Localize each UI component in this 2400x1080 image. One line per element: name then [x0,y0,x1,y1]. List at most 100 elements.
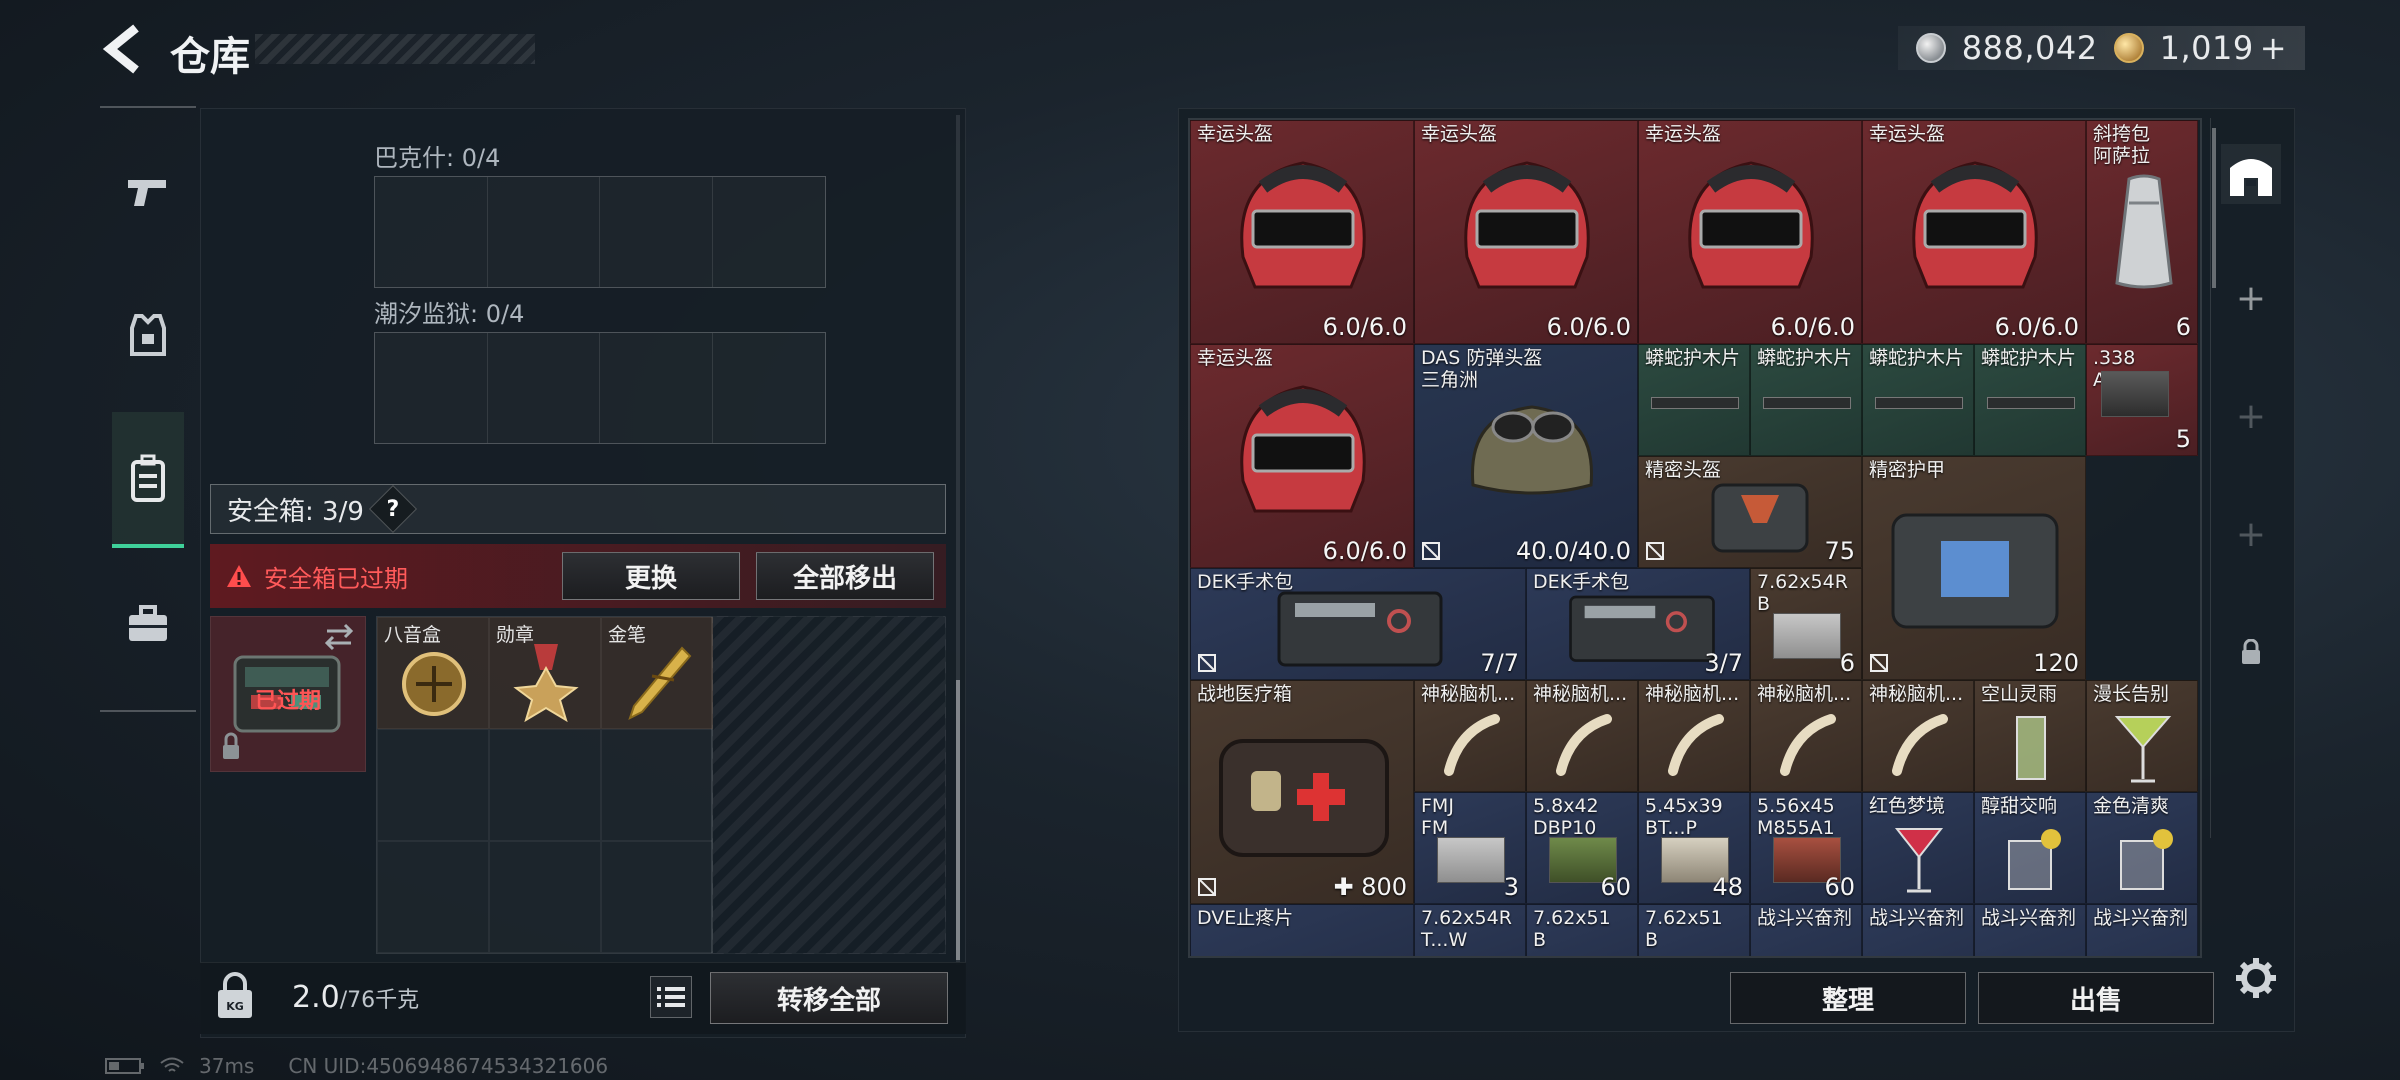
inv-tile-cocktail-gold[interactable]: 金色清爽 [2086,792,2198,904]
inv-tile-combat-stimulant[interactable]: 战斗兴奋剂 [2086,904,2198,956]
safe-slot[interactable] [601,841,713,953]
no-trade-icon [1646,542,1664,560]
ammo-box-icon [1773,613,1841,659]
add-currency-button[interactable]: + [2260,29,2287,67]
inv-tile-lucky-helmet[interactable]: 幸运头盔 6.0/6.0 [1862,120,2086,344]
safe-item-gold-pen[interactable]: 金笔 [601,617,713,729]
inv-tile-cocktail-green[interactable]: 空山灵雨 [1974,680,2086,792]
inv-tile-dek-surgery-kit[interactable]: DEK手术包 7/7 [1190,568,1526,680]
safe-box-expired-label: 已过期 [255,689,322,714]
tile-name: 战斗兴奋剂 [1869,907,1965,929]
inv-tile-python-handguard[interactable]: 蟒蛇护木片 [1862,344,1974,456]
safe-box-header: 安全箱: 3/9 ? [210,484,946,534]
list-icon [657,987,685,1007]
inv-tile-python-handguard[interactable]: 蟒蛇护木片 [1750,344,1862,456]
martini-glass-icon [1894,828,1944,893]
backpack-icon [131,454,165,502]
page-title: 仓库 [170,34,250,80]
safe-item-music-box[interactable]: 八音盒 [377,617,489,729]
list-view-button[interactable] [650,976,692,1018]
inv-tile-762x51-ammo[interactable]: 7.62x51 B [1526,904,1638,956]
back-arrow-icon[interactable] [100,22,148,76]
inv-tile-lucky-helmet[interactable]: 幸运头盔 6.0/6.0 [1190,120,1414,344]
safe-expired-text: 安全箱已过期 [264,564,408,593]
tile-name: 7.62x54R T...W [1421,907,1512,951]
inv-tile-brain-chip[interactable]: 神秘脑机... [1414,680,1526,792]
rail-item-weapons[interactable] [112,124,184,260]
inv-tile-brain-chip[interactable]: 神秘脑机... [1526,680,1638,792]
inv-tile-dve-painkiller[interactable]: DVE止疼片 [1190,904,1414,956]
add-warehouse-button[interactable]: + [2221,386,2281,446]
warehouse-rail: + + + [2210,118,2290,838]
inv-tile-dek-surgery-kit[interactable]: DEK手术包 3/7 [1526,568,1750,680]
add-warehouse-button[interactable]: + [2221,504,2281,564]
inv-tile-58x42-ammo[interactable]: 5.8x42 DBP10 60 [1526,792,1638,904]
inv-tile-precision-helmet[interactable]: 精密头盔 75 [1638,456,1862,568]
inv-tile-das-helmet[interactable]: DAS 防弹头盔 三角洲 40.0/40.0 [1414,344,1638,568]
inv-tile-precision-armor[interactable]: 精密护甲 120 [1862,456,2086,680]
inv-tile-brain-chip[interactable]: 神秘脑机... [1638,680,1750,792]
left-scrollbar-thumb[interactable] [956,680,960,960]
sell-button[interactable]: 出售 [1978,972,2214,1024]
inv-tile-sling-bag[interactable]: 斜挎包 阿萨拉 6 [2086,120,2198,344]
locked-warehouse-tab[interactable] [2221,622,2281,682]
inv-tile-cocktail-martini[interactable]: 漫长告别 [2086,680,2198,792]
safe-slot[interactable] [377,729,489,841]
tile-name: 幸运头盔 [1645,123,1722,145]
transfer-all-button[interactable]: 转移全部 [710,972,948,1024]
inv-tile-lucky-helmet[interactable]: 幸运头盔 6.0/6.0 [1638,120,1862,344]
tile-name: 空山灵雨 [1981,683,2058,705]
inv-tile-brain-chip[interactable]: 神秘脑机... [1862,680,1974,792]
inv-tile-combat-stimulant[interactable]: 战斗兴奋剂 [1750,904,1862,956]
rail-item-backpack[interactable] [112,412,184,548]
helmet-icon [1912,161,2038,289]
inv-tile-762x51-ammo[interactable]: 7.62x51 B [1638,904,1750,956]
safe-slot[interactable] [489,729,601,841]
inv-tile-combat-stimulant[interactable]: 战斗兴奋剂 [1862,904,1974,956]
add-warehouse-button[interactable]: + [2221,268,2281,328]
help-button[interactable]: ? [368,484,417,534]
warehouse-icon [2230,159,2272,196]
inv-tile-field-medkit[interactable]: 战地医疗箱 ✚ 800 [1190,680,1414,904]
no-trade-icon [1870,654,1888,672]
inv-tile-cocktail-sweet[interactable]: 醇甜交响 [1974,792,2086,904]
inv-tile-545x39-ammo[interactable]: 5.45x39 BT...P 48 [1638,792,1750,904]
inv-tile-556x45-ammo[interactable]: 5.56x45 M855A1 60 [1750,792,1862,904]
gold-amount: 1,019 [2159,29,2254,67]
safe-box-grid: 八音盒 勋章 金笔 [376,616,713,954]
settings-gear-icon[interactable] [2234,956,2278,1000]
inv-tile-brain-chip[interactable]: 神秘脑机... [1750,680,1862,792]
safe-slot[interactable] [489,841,601,953]
inv-tile-338-ap[interactable]: .338 AP 5 [2086,344,2198,456]
tile-value: 6.0/6.0 [1322,313,1407,341]
handguard-icon [1875,397,1963,409]
inv-tile-lucky-helmet[interactable]: 幸运头盔 6.0/6.0 [1414,120,1638,344]
helmet-icon [1240,161,1366,289]
warehouse-grid: 幸运头盔 6.0/6.0 幸运头盔 6.0/6.0 幸运头盔 6.0/6.0 幸… [1188,118,2202,958]
title-stripe [255,34,535,64]
map-slots-bakhsh[interactable] [374,176,826,288]
inv-tile-python-handguard[interactable]: 蟒蛇护木片 [1974,344,2086,456]
tile-value: 60 [1600,873,1631,901]
tile-name: 神秘脑机... [1869,683,1964,705]
safe-box-item[interactable]: 已过期 [210,616,366,772]
sort-button[interactable]: 整理 [1730,972,1966,1024]
warehouse-scrollbar[interactable] [2212,128,2216,288]
map-slots-tide-prison[interactable] [374,332,826,444]
ammo-box-icon [1437,837,1505,883]
warehouse-tab-main[interactable] [2221,144,2281,204]
inv-tile-fmj-ammo[interactable]: FMJ FM 3 [1414,792,1526,904]
rail-item-armor[interactable] [112,268,184,404]
safe-slot[interactable] [601,729,713,841]
replace-button[interactable]: 更换 [562,552,740,600]
remove-all-button[interactable]: 全部移出 [756,552,934,600]
inv-tile-762x54r-b[interactable]: 7.62x54R B 6 [1750,568,1862,680]
safe-item-medal[interactable]: 勋章 [489,617,601,729]
inv-tile-python-handguard[interactable]: 蟒蛇护木片 [1638,344,1750,456]
inv-tile-762x54r-ammo[interactable]: 7.62x54R T...W [1414,904,1526,956]
safe-slot[interactable] [377,841,489,953]
inv-tile-cocktail-red[interactable]: 红色梦境 [1862,792,1974,904]
rail-item-toolbox[interactable] [112,556,184,692]
inv-tile-combat-stimulant[interactable]: 战斗兴奋剂 [1974,904,2086,956]
inv-tile-lucky-helmet[interactable]: 幸运头盔 6.0/6.0 [1190,344,1414,568]
